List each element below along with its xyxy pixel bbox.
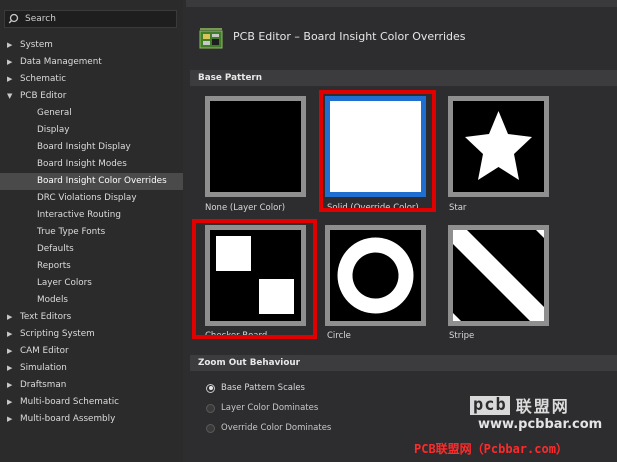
chevron-right-icon[interactable]: ▶ [7,37,15,54]
tree-item-multi-board-assembly[interactable]: ▶ Multi-board Assembly [0,411,183,428]
tree-item-system[interactable]: ▶ System [0,37,183,54]
chevron-right-icon[interactable]: ▶ [7,71,15,88]
search-placeholder: Search [25,14,56,24]
chevron-right-icon[interactable]: ▶ [7,394,15,411]
pcb-board-icon [199,28,223,49]
pattern-star-tile[interactable] [448,96,549,197]
watermark-footer: PCB联盟网（Pcbbar.com） [414,442,568,456]
pattern-stripe-tile[interactable] [448,225,549,326]
tree-item-layer-colors[interactable]: Layer Colors [0,275,183,292]
watermark-cn: 联盟网 [515,397,570,416]
pattern-solid-tile[interactable] [325,96,426,197]
circle-pattern-icon [330,230,421,321]
chevron-right-icon[interactable]: ▶ [7,343,15,360]
top-strip [186,0,617,7]
pattern-stripe-label: Stripe [449,331,475,341]
chevron-right-icon[interactable]: ▶ [7,377,15,394]
tree-item-simulation[interactable]: ▶ Simulation [0,360,183,377]
settings-tree-panel: Search ▶ System ▶ Data Management ▶ Schemat… [0,0,183,462]
radio-layer-color-dominates[interactable]: Layer Color Dominates [206,401,318,415]
watermark-logo: pcb 联盟网 [470,393,570,417]
section-base-pattern: Base Pattern [190,70,617,86]
search-icon [8,13,19,24]
chevron-down-icon[interactable]: ▼ [7,88,15,105]
settings-tree: ▶ System ▶ Data Management ▶ Schematic ▼ PCB… [0,37,183,428]
tree-item-board-insight-color-overrides[interactable]: Board Insight Color Overrides [0,173,183,190]
solid-pattern-icon [330,101,421,192]
pattern-none-tile[interactable] [205,96,306,197]
pattern-solid-label: Solid (Override Color) [327,203,419,213]
radio-override-color-dominates[interactable]: Override Color Dominates [206,421,331,435]
tree-item-board-insight-display[interactable]: Board Insight Display [0,139,183,156]
chevron-right-icon[interactable]: ▶ [7,326,15,343]
tree-item-cam-editor[interactable]: ▶ CAM Editor [0,343,183,360]
tree-item-drc-violations-display[interactable]: DRC Violations Display [0,190,183,207]
pattern-checker-label: Checker Board [205,331,268,341]
watermark-url: www.pcbbar.com [478,417,603,432]
radio-checked-icon[interactable] [206,383,215,393]
chevron-right-icon[interactable]: ▶ [7,360,15,377]
pattern-circle-label: Circle [327,331,351,341]
none-pattern-icon [210,101,301,192]
radio-unchecked-icon[interactable] [206,423,215,433]
tree-item-multi-board-schematic[interactable]: ▶ Multi-board Schematic [0,394,183,411]
tree-item-reports[interactable]: Reports [0,258,183,275]
tree-item-interactive-routing[interactable]: Interactive Routing [0,207,183,224]
page-title: PCB Editor – Board Insight Color Overrid… [233,30,466,43]
radio-base-pattern-scales[interactable]: Base Pattern Scales [206,381,305,395]
pattern-none-label: None (Layer Color) [205,203,286,213]
tree-item-models[interactable]: Models [0,292,183,309]
tree-item-pcb-editor[interactable]: ▼ PCB Editor [0,88,183,105]
tree-item-general[interactable]: General [0,105,183,122]
tree-item-schematic[interactable]: ▶ Schematic [0,71,183,88]
pattern-checker-tile[interactable] [205,225,306,326]
star-pattern-icon [453,101,544,192]
tree-item-board-insight-modes[interactable]: Board Insight Modes [0,156,183,173]
tree-item-text-editors[interactable]: ▶ Text Editors [0,309,183,326]
tree-item-data-management[interactable]: ▶ Data Management [0,54,183,71]
chevron-right-icon[interactable]: ▶ [7,309,15,326]
radio-unchecked-icon[interactable] [206,403,215,413]
search-input[interactable]: Search [4,10,177,28]
section-zoom-out-behaviour: Zoom Out Behaviour [190,355,617,371]
chevron-right-icon[interactable]: ▶ [7,54,15,71]
watermark-pcb: pcb [470,395,510,415]
pattern-star-label: Star [449,203,467,213]
tree-item-defaults[interactable]: Defaults [0,241,183,258]
checker-pattern-icon [210,230,301,321]
tree-item-display[interactable]: Display [0,122,183,139]
stripe-pattern-icon [453,230,544,321]
chevron-right-icon[interactable]: ▶ [7,411,15,428]
pattern-circle-tile[interactable] [325,225,426,326]
tree-item-true-type-fonts[interactable]: True Type Fonts [0,224,183,241]
tree-item-draftsman[interactable]: ▶ Draftsman [0,377,183,394]
tree-item-scripting-system[interactable]: ▶ Scripting System [0,326,183,343]
